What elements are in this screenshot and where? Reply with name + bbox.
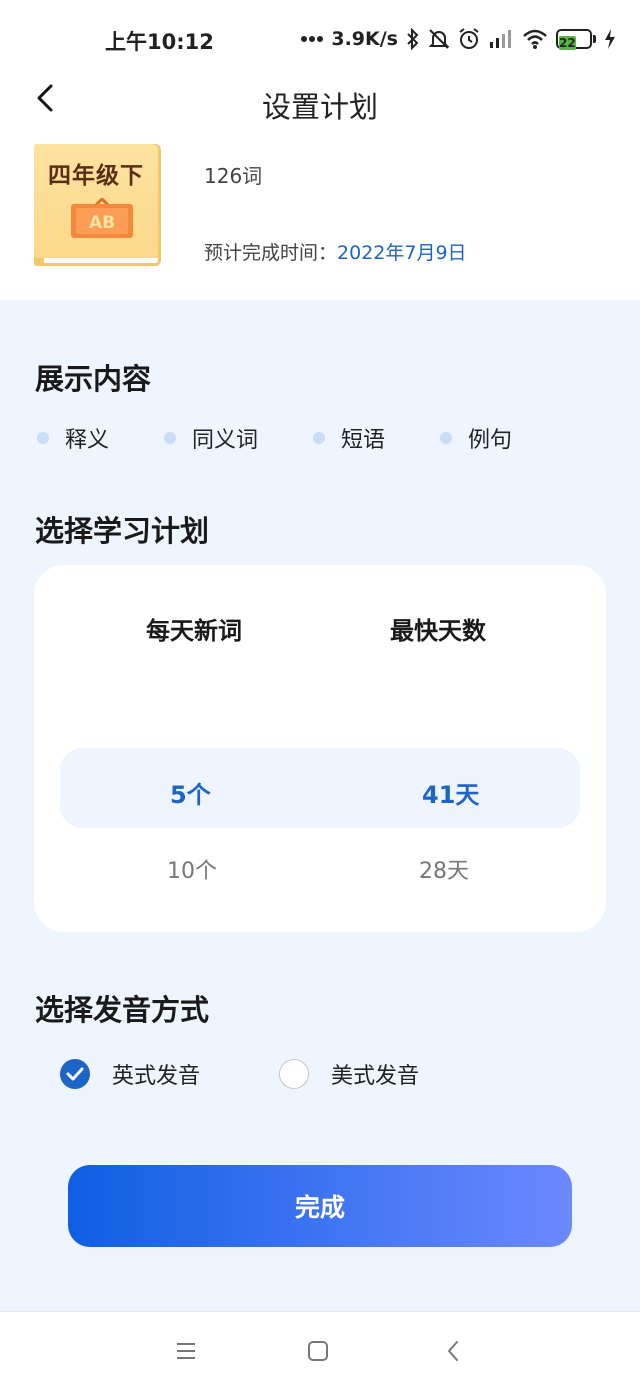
book-cover: 四年级下 AB xyxy=(34,144,161,266)
option-days[interactable]: 28天 xyxy=(419,853,469,885)
system-nav-bar xyxy=(0,1311,640,1387)
study-plan-title: 选择学习计划 xyxy=(35,514,210,548)
content-option-synonym[interactable]: 同义词 xyxy=(164,422,313,454)
status-time: 上午10:12 xyxy=(105,30,214,54)
dot-icon xyxy=(37,432,49,444)
svg-text:AB: AB xyxy=(89,213,115,233)
plan-picker-card: 每天新词 最快天数 5个 41天 10个 28天 xyxy=(34,565,606,932)
checkmark-icon[interactable] xyxy=(60,1059,90,1089)
pronunciation-british[interactable]: 英式发音 xyxy=(60,1058,200,1090)
more-dots-icon xyxy=(301,35,324,43)
picker-selection-band xyxy=(60,748,580,828)
display-content-options: 释义 同义词 短语 例句 xyxy=(37,422,512,454)
pronunciation-american[interactable]: 美式发音 xyxy=(279,1058,419,1090)
daily-words-header: 每天新词 xyxy=(146,617,242,645)
book-cover-title: 四年级下 xyxy=(48,163,144,189)
wifi-icon xyxy=(522,28,548,50)
selected-daily-words[interactable]: 5个 xyxy=(170,775,211,810)
set-plan-screen: 上午10:12 3.9K/s 22 设置计划 四年级下 AB 126词 预计完成… xyxy=(0,0,640,1387)
signal-icon xyxy=(488,28,514,50)
british-label: 英式发音 xyxy=(112,1064,201,1089)
estimated-finish: 预计完成时间：2022年7月9日 xyxy=(204,238,467,265)
abc-board-icon: AB xyxy=(71,198,133,238)
done-button[interactable]: 完成 xyxy=(68,1165,572,1247)
system-back-button[interactable] xyxy=(433,1336,473,1366)
dot-icon xyxy=(440,432,452,444)
american-label: 美式发音 xyxy=(331,1064,420,1089)
battery-icon: 22 xyxy=(556,29,596,50)
content-option-definition[interactable]: 释义 xyxy=(37,422,164,454)
selected-days[interactable]: 41天 xyxy=(422,775,479,810)
display-content-title: 展示内容 xyxy=(35,362,152,396)
radio-unchecked-icon[interactable] xyxy=(279,1059,309,1089)
mute-bell-icon xyxy=(428,28,450,50)
finish-label: 预计完成时间： xyxy=(204,242,338,264)
status-icons: 3.9K/s 22 xyxy=(301,24,616,54)
content-option-example[interactable]: 例句 xyxy=(440,422,512,454)
finish-date: 2022年7月9日 xyxy=(337,242,467,264)
home-button[interactable] xyxy=(298,1336,338,1366)
page-title: 设置计划 xyxy=(261,90,378,124)
word-count: 126词 xyxy=(204,164,263,188)
pronunciation-title: 选择发音方式 xyxy=(35,993,210,1027)
header: 设置计划 四年级下 AB 126词 预计完成时间：2022年7月9日 xyxy=(0,70,640,300)
battery-level: 22 xyxy=(559,36,576,50)
menu-button[interactable] xyxy=(166,1336,206,1366)
home-square-icon xyxy=(308,1341,328,1361)
menu-icon xyxy=(177,1343,195,1359)
status-bar: 上午10:12 3.9K/s 22 xyxy=(0,0,640,70)
bluetooth-icon xyxy=(406,28,420,50)
dot-icon xyxy=(164,432,176,444)
option-daily-words[interactable]: 10个 xyxy=(167,853,217,885)
alarm-icon xyxy=(458,28,480,50)
fastest-days-header: 最快天数 xyxy=(390,617,486,645)
charging-icon xyxy=(604,29,616,49)
back-chevron-icon xyxy=(448,1341,458,1361)
content-option-phrase[interactable]: 短语 xyxy=(313,422,440,454)
network-speed: 3.9K/s xyxy=(331,28,398,50)
dot-icon xyxy=(313,432,325,444)
